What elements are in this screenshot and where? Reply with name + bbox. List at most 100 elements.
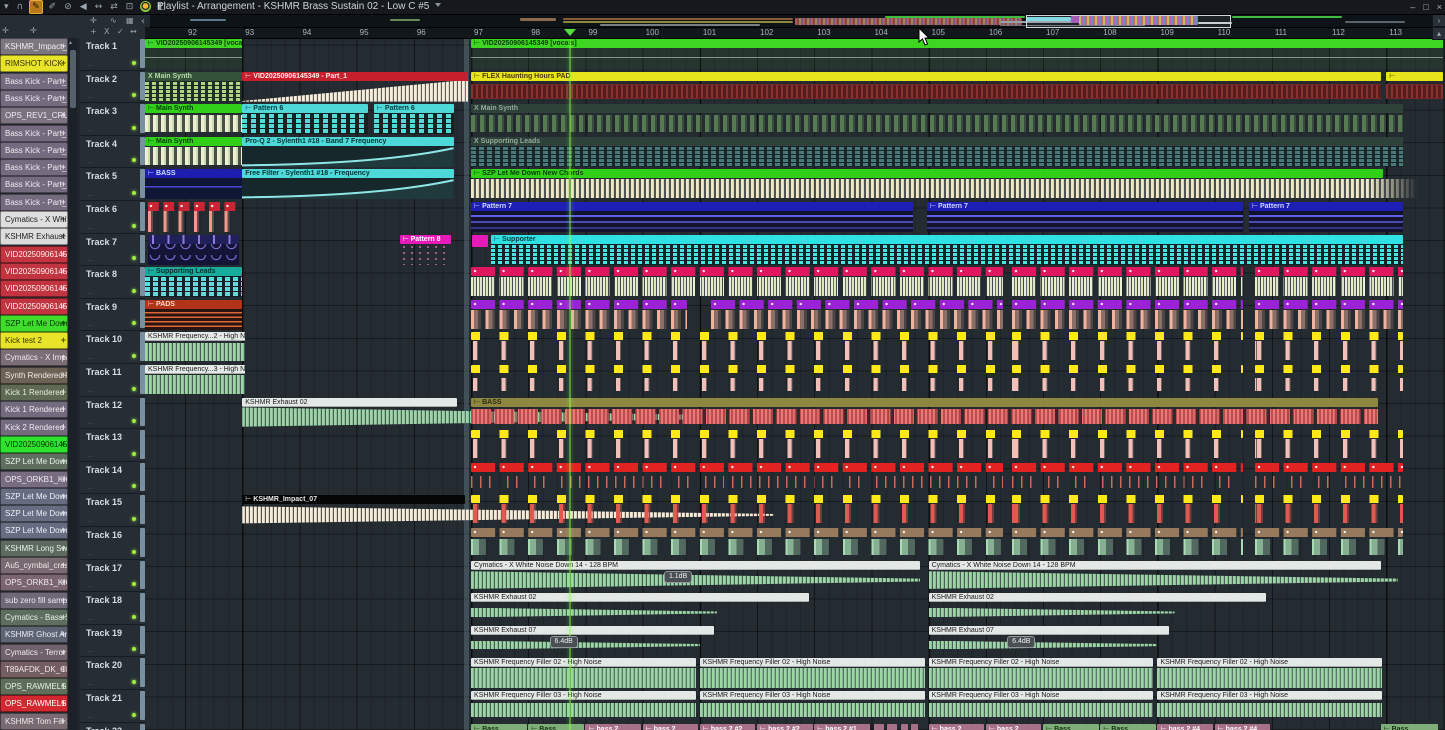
clip-header[interactable]: KSHMR Exhaust 07 [471,626,714,635]
clip[interactable]: Cymatics - X White Noise Down 14 - 128 B… [929,561,1398,591]
picker-item[interactable]: Bass Kick - Part_2 #7+ [0,142,68,159]
track-header[interactable]: Track 21... [80,690,145,723]
picker-item[interactable]: VID20250906145349...+ [0,246,68,263]
maximize-button[interactable]: □ [1423,1,1428,13]
picker-item[interactable]: OPS_ORKB1_KICK_06...+ [0,471,68,488]
clip[interactable] [471,365,1003,395]
track-options[interactable]: ... [88,191,94,198]
picker-header-icon[interactable]: ✛ [2,26,9,35]
track-options[interactable]: ... [88,550,94,557]
clip-header[interactable]: KSHMR Exhaust 02 [242,398,457,407]
move-handle-icon[interactable]: + [61,350,66,365]
picker-header-icon[interactable]: + [90,27,97,36]
picker-item[interactable]: Bass Kick - Part_2 #4+ [0,176,68,193]
toolbar-icon-2[interactable]: ✎ [29,0,43,14]
track-arm-led[interactable] [132,680,136,684]
track-header[interactable]: Track 16... [80,527,145,560]
clip[interactable]: KSHMR Frequency Filler 03 - High Noise [471,691,696,721]
move-handle-icon[interactable]: + [61,56,66,71]
clip[interactable]: KSHMR Exhaust 02 [471,593,808,623]
collapse-picker-icon[interactable]: ‹ [141,16,145,27]
clip[interactable] [1012,463,1244,493]
clip-header[interactable]: Pro-Q 2 - Sylenth1 #18 - Band 7 Frequenc… [242,137,454,146]
clip-header[interactable]: Pattern 7 [471,202,913,211]
track-options[interactable]: ... [88,224,94,231]
clip-header[interactable]: VID20250906145349 [vocals] [471,39,1443,48]
move-handle-icon[interactable]: + [61,627,66,642]
picker-item[interactable]: KSHMR_Impact_07+ [0,38,68,55]
song-overview-minimap[interactable] [150,14,1445,28]
clip[interactable]: PADS [145,300,242,330]
toolbar-icon-4[interactable]: ⊘ [62,1,74,13]
clip-header[interactable]: X Supporting Leads [471,137,1403,146]
track-header[interactable]: Track 9... [80,299,145,332]
clip[interactable]: KSHMR Frequency...3 - High Noise [145,365,245,395]
clip-header[interactable] [471,528,1003,537]
toolbar-icon-8[interactable]: ⊡ [124,1,136,13]
track-header[interactable]: Track 20... [80,657,145,690]
picker-item[interactable]: Kick 1 Rendered Fro...+ [0,384,68,401]
toolbar-icon-6[interactable]: ↔ [93,1,105,13]
clip[interactable]: X Main Synth [471,104,1403,134]
track-options[interactable]: ... [88,126,94,133]
track-arm-led[interactable] [132,615,136,619]
picker-item[interactable]: Bass Kick - Part_2 #5+ [0,194,68,211]
clip-header[interactable]: VID20250906145349 [vocals] [145,39,242,48]
track-header[interactable]: Track 4... [80,136,145,169]
picker-item[interactable]: OPS_RAWMELSUITE1_...+ [0,695,68,712]
track-arm-led[interactable] [132,158,136,162]
clip-header[interactable]: Supporter [491,235,1403,244]
picker-item[interactable]: Bass Kick - Part_2+ [0,73,68,90]
track-options[interactable]: ... [88,680,94,687]
clip[interactable]: Pattern 7 [471,202,913,232]
clip-header[interactable] [1012,495,1244,503]
clip-header[interactable]: Supporting Leads [145,267,242,276]
clip-header[interactable]: KSHMR Exhaust 07 [929,626,1169,635]
picker-item[interactable]: KSHMR Tom Fill 18 -...+ [0,713,68,730]
track-arm-led[interactable] [132,224,136,228]
move-handle-icon[interactable]: + [61,541,66,556]
clip[interactable]: Pattern 7 [1249,202,1403,232]
clip[interactable]: Bass [471,724,526,730]
clip-header[interactable] [1012,300,1244,309]
picker-item[interactable]: Bass Kick - Part_2 #8+ [0,125,68,142]
track-arm-led[interactable] [132,419,136,423]
picker-item[interactable]: Au5_cymbal_crash_...+ [0,557,68,574]
track-header[interactable]: Track 2... [80,71,145,104]
clip-header[interactable]: KSHMR Frequency Filler 02 - High Noise [1157,658,1382,667]
clip[interactable]: bass 2 #4 [1157,724,1212,730]
clip-header[interactable]: KSHMR Frequency Filler 02 - High Noise [700,658,925,667]
track-header[interactable]: Track 15... [80,494,145,527]
clip-header[interactable] [1012,463,1244,472]
clip[interactable] [471,463,1003,493]
track-header[interactable]: Track 17... [80,560,145,593]
clip[interactable]: Bass [1100,724,1155,730]
clip-header[interactable]: KSHMR Frequency Filler 03 - High Noise [929,691,1154,700]
track-header[interactable]: Track 14... [80,462,145,495]
clip[interactable] [471,267,1003,297]
move-handle-icon[interactable]: + [61,575,66,590]
track-options[interactable]: ... [88,256,94,263]
clip-header[interactable] [471,430,1003,438]
clip[interactable] [1012,528,1244,558]
move-handle-icon[interactable]: + [61,437,66,452]
clip[interactable]: KSHMR Frequency Filler 02 - High Noise [471,658,696,688]
track-header[interactable]: Track 11... [80,364,145,397]
clip-header[interactable]: Main Synth [145,137,242,146]
toolbar-icon-5[interactable]: ◀ [78,1,89,13]
timeline-ruler[interactable]: 9293949596979899100101102103104105106107… [145,27,1445,39]
picker-item[interactable]: RIMSHOT KICK+ [0,55,68,72]
toolbar-icon-3[interactable]: ✐ [47,1,59,13]
clip-header[interactable] [1012,365,1244,373]
move-handle-icon[interactable]: + [61,264,66,279]
clip-header[interactable] [471,365,1003,373]
clip[interactable]: Pattern 7 [927,202,1243,232]
clip[interactable]: Supporting Leads [145,267,242,297]
clip[interactable] [471,430,1003,460]
picker-item[interactable]: Bass Kick - Part_2 #6+ [0,90,68,107]
clip-header[interactable] [1255,332,1404,340]
close-button[interactable]: × [1437,1,1442,13]
clip[interactable]: FLEX Haunting Hours PAD [471,72,1380,102]
picker-header-icon[interactable]: ↔ [130,27,137,36]
clip-header[interactable] [1255,463,1404,472]
